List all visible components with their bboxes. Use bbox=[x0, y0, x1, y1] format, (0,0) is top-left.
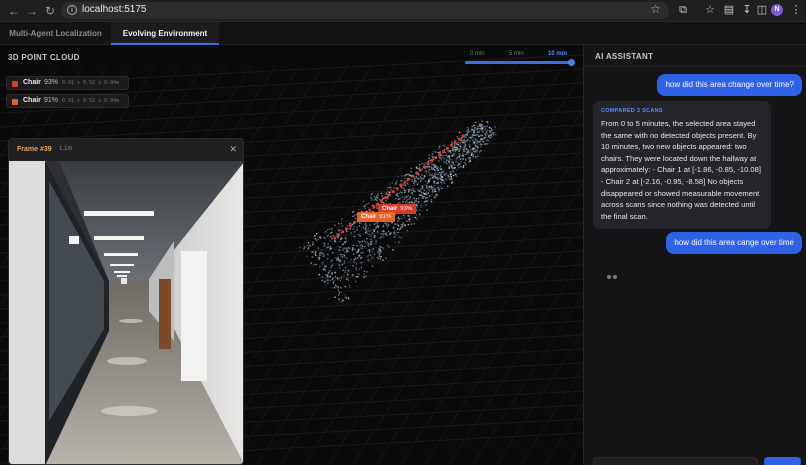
legend-confidence: 93% bbox=[44, 79, 59, 86]
forward-icon[interactable]: → bbox=[24, 3, 40, 19]
chat-input[interactable] bbox=[593, 457, 758, 465]
browser-toolbar: ← → ↻ i localhost:5175 ☆ ⧉ ☆ ▤ ↧ ◫ N ⋮ bbox=[0, 0, 806, 22]
time-label-5[interactable]: 5 min bbox=[509, 51, 524, 57]
legend-dimensions: 0.91 x 0.52 x 0.94m bbox=[62, 98, 120, 104]
legend-name: Chair bbox=[23, 79, 41, 86]
url-text: localhost:5175 bbox=[82, 4, 147, 15]
profile-avatar[interactable]: N bbox=[771, 4, 783, 16]
site-info-icon[interactable]: i bbox=[67, 5, 77, 15]
tab-multi-agent-localization[interactable]: Multi-Agent Localization bbox=[0, 22, 111, 45]
assistant-message-label: COMPARED 3 SCANS bbox=[601, 108, 663, 114]
object-tag-confidence: 91% bbox=[379, 214, 392, 220]
legend-item-chair-1[interactable]: Chair 93% 0.91 x 0.52 x 0.94m bbox=[6, 76, 129, 90]
point-cloud-title: 3D POINT CLOUD bbox=[8, 53, 80, 62]
time-label-0[interactable]: 0 min bbox=[470, 51, 485, 57]
back-icon[interactable]: ← bbox=[6, 3, 22, 19]
object-tag-confidence: 93% bbox=[400, 206, 413, 212]
frame-header: Frame #39 1.1m ✕ bbox=[9, 139, 243, 161]
time-label-10[interactable]: 10 min bbox=[548, 51, 567, 57]
address-bar[interactable]: i localhost:5175 ☆ bbox=[61, 2, 669, 19]
download-icon[interactable]: ↧ bbox=[740, 3, 754, 17]
sidepanel-icon[interactable]: ◫ bbox=[755, 3, 769, 17]
bookmarks-icon[interactable]: ☆ bbox=[703, 3, 717, 17]
reload-icon[interactable]: ↻ bbox=[42, 3, 58, 19]
assistant-divider bbox=[584, 66, 806, 67]
menu-kebab-icon[interactable]: ⋮ bbox=[789, 3, 803, 17]
tab-evolving-environment[interactable]: Evolving Environment bbox=[111, 22, 219, 45]
bookmark-star-icon[interactable]: ☆ bbox=[650, 2, 661, 16]
assistant-message: COMPARED 3 SCANS From 0 to 5 minutes, th… bbox=[593, 101, 771, 230]
legend-item-chair-2[interactable]: Chair 91% 0.91 x 0.52 x 0.94m bbox=[6, 94, 129, 108]
legend-swatch bbox=[12, 81, 18, 87]
legend-dimensions: 0.91 x 0.52 x 0.94m bbox=[62, 80, 120, 86]
time-slider-fill bbox=[465, 61, 571, 64]
extensions-icon[interactable]: ⧉ bbox=[676, 3, 690, 17]
app-tab-bar: Multi-Agent Localization Evolving Enviro… bbox=[0, 22, 806, 45]
object-tag-name: Chair bbox=[361, 214, 377, 220]
close-icon[interactable]: ✕ bbox=[229, 144, 237, 155]
object-tag-chair-2[interactable]: Chair 91% bbox=[357, 212, 396, 222]
user-message: how did this area change over time? bbox=[657, 74, 802, 96]
reading-list-icon[interactable]: ▤ bbox=[722, 3, 736, 17]
legend-name: Chair bbox=[23, 97, 41, 104]
send-button[interactable] bbox=[764, 457, 801, 465]
point-cloud-panel[interactable]: 3D POINT CLOUD 0 min 5 min 10 min Chair … bbox=[0, 45, 583, 465]
ai-assistant-panel: AI ASSISTANT how did this area change ov… bbox=[583, 45, 806, 465]
hallway-frame-image bbox=[9, 161, 243, 464]
assistant-message-text: From 0 to 5 minutes, the selected area s… bbox=[601, 119, 761, 221]
assistant-title: AI ASSISTANT bbox=[595, 52, 654, 61]
frame-distance: 1.1m bbox=[59, 146, 73, 152]
time-slider-thumb[interactable] bbox=[568, 59, 575, 66]
frame-preview-panel[interactable]: Frame #39 1.1m ✕ bbox=[8, 138, 244, 465]
typing-indicator bbox=[607, 266, 619, 284]
time-slider[interactable] bbox=[465, 59, 575, 66]
legend-swatch bbox=[12, 99, 18, 105]
legend-confidence: 91% bbox=[44, 97, 59, 104]
user-message: how did this area cange over time bbox=[666, 232, 802, 254]
frame-title: Frame #39 bbox=[17, 146, 52, 153]
